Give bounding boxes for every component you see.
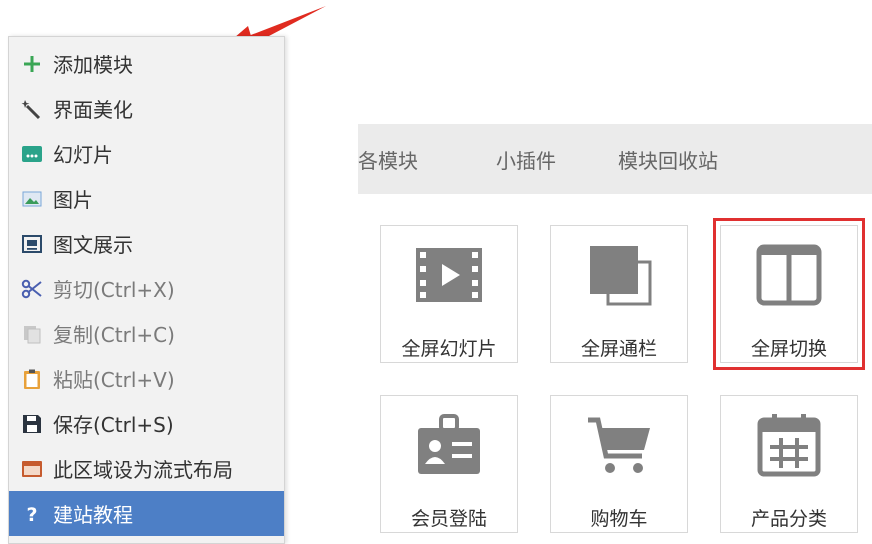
module-card-fullscreen-banner[interactable]: 全屏通栏 [550,225,688,363]
menu-item-label: 幻灯片 [53,143,113,167]
module-card-label: 全屏切换 [750,338,827,360]
svg-text:?: ? [26,504,37,525]
help-icon: ? [21,503,43,525]
menu-item-label: 粘贴(Ctrl+V) [53,368,175,392]
menu-item-image-text[interactable]: 图文展示 [9,221,284,266]
tab-plugins[interactable]: 小插件 [496,145,556,174]
shopping-cart-icon [584,410,654,480]
clipboard-icon [21,368,43,390]
module-card-member-login[interactable]: 会员登陆 [380,395,518,533]
module-card-label: 产品分类 [750,508,827,530]
split-window-icon [754,240,824,310]
menu-item-copy[interactable]: 复制(Ctrl+C) [9,311,284,356]
copy-icon [21,323,43,345]
menu-item-add-module[interactable]: 添加模块 [9,41,284,86]
module-card-label: 全屏通栏 [580,338,657,360]
menu-item-label: 保存(Ctrl+S) [53,413,174,437]
member-card-icon [414,410,484,480]
module-card-product-category[interactable]: 产品分类 [720,395,858,533]
tab-modules[interactable]: 各模块 [358,145,418,174]
menu-item-image[interactable]: 图片 [9,176,284,221]
module-card-fullscreen-switch[interactable]: 全屏切换 [713,218,865,370]
film-play-icon [414,240,484,310]
menu-item-save[interactable]: 保存(Ctrl+S) [9,401,284,446]
tab-recycle-bin[interactable]: 模块回收站 [618,145,718,174]
menu-item-cut[interactable]: 剪切(Ctrl+X) [9,266,284,311]
layers-icon [584,240,654,310]
menu-item-label: 剪切(Ctrl+X) [53,278,175,302]
module-card-label: 全屏幻灯片 [401,338,497,360]
module-card-label: 会员登陆 [410,508,487,530]
menu-item-label: 图片 [53,188,93,212]
calendar-grid-icon [754,410,824,480]
menu-item-label: 图文展示 [53,233,133,257]
menu-item-beautify[interactable]: 界面美化 [9,86,284,131]
slideshow-icon [21,143,43,165]
image-text-icon [21,233,43,255]
module-card-shopping-cart[interactable]: 购物车 [550,395,688,533]
scissors-icon [21,278,43,300]
menu-item-slideshow[interactable]: 幻灯片 [9,131,284,176]
menu-item-paste[interactable]: 粘贴(Ctrl+V) [9,356,284,401]
menu-item-flow-layout[interactable]: 此区域设为流式布局 [9,446,284,491]
menu-item-label: 界面美化 [53,98,133,122]
plus-icon [21,53,43,75]
magic-wand-icon [21,98,43,120]
menu-item-label: 建站教程 [53,503,133,527]
module-card-fullscreen-slideshow[interactable]: 全屏幻灯片 [380,225,518,363]
layout-icon [21,458,43,480]
menu-item-label: 添加模块 [53,53,133,77]
module-card-label: 购物车 [590,508,648,530]
module-tab-bar: 各模块 小插件 模块回收站 [358,124,872,194]
image-icon [21,188,43,210]
menu-item-tutorial[interactable]: ? 建站教程 [9,491,284,536]
menu-item-label: 此区域设为流式布局 [53,458,233,482]
context-menu: 添加模块 界面美化 幻灯片 图片 图文展示 剪切(Ctrl+X) 复制(Ctrl… [8,36,285,544]
save-icon [21,413,43,435]
menu-item-label: 复制(Ctrl+C) [53,323,175,347]
